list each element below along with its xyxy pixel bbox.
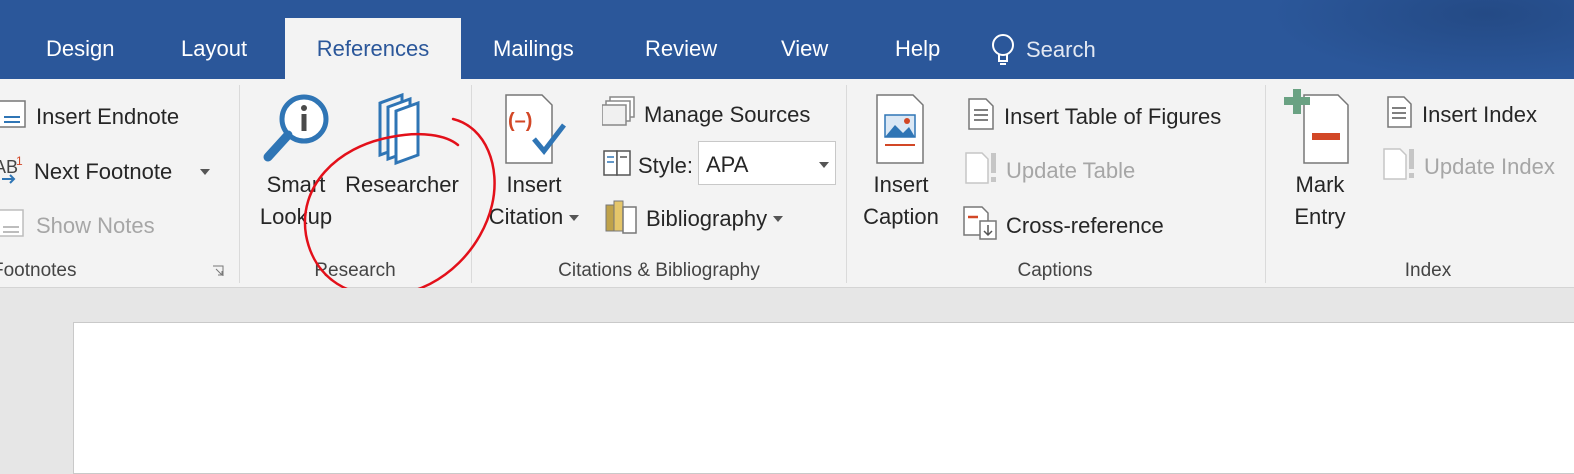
- chevron-down-icon[interactable]: [773, 216, 784, 222]
- smart-lookup-label-line2: Lookup: [259, 204, 333, 229]
- citations-group-label: Citations & Bibliography: [558, 260, 760, 281]
- bibliography-icon: [604, 197, 638, 241]
- document-page[interactable]: [73, 322, 1574, 474]
- tell-me-search[interactable]: Search: [990, 30, 1096, 70]
- insert-index-label: Insert Index: [1422, 102, 1537, 127]
- cross-reference-icon: [962, 205, 998, 247]
- show-notes-icon: [0, 207, 28, 245]
- smart-lookup-button[interactable]: Smart Lookup: [252, 89, 340, 233]
- manage-sources-icon: [601, 95, 636, 135]
- tab-layout[interactable]: Layout: [181, 36, 247, 62]
- style-control: Style:: [602, 147, 693, 185]
- tab-view[interactable]: View: [781, 36, 828, 62]
- insert-citation-button[interactable]: (–) Insert Citation: [478, 89, 590, 233]
- show-notes-label: Show Notes: [36, 213, 155, 238]
- title-bar-background-art: [1270, 0, 1574, 79]
- footnotes-group-label: Footnotes: [0, 260, 77, 281]
- insert-citation-label-line2: Citation: [488, 204, 564, 229]
- manage-sources-button[interactable]: Manage Sources: [601, 95, 811, 135]
- insert-citation-label-line1: Insert: [506, 172, 562, 197]
- style-book-icon: [602, 147, 634, 185]
- title-bar: Design Layout References Mailings Review…: [0, 0, 1574, 79]
- mark-entry-label-line2: Entry: [1294, 204, 1346, 229]
- table-of-figures-icon: [966, 97, 996, 137]
- search-label: Search: [1026, 37, 1096, 62]
- insert-endnote-label: Insert Endnote: [36, 104, 180, 129]
- style-value: APA: [706, 152, 749, 177]
- lightbulb-icon: [992, 34, 1014, 65]
- mark-entry-icon: [1284, 89, 1349, 164]
- cross-reference-button[interactable]: Cross-reference: [962, 205, 1164, 247]
- insert-caption-icon: [876, 94, 924, 164]
- mark-entry-button[interactable]: Mark Entry: [1276, 89, 1364, 233]
- tab-references[interactable]: References: [285, 18, 461, 79]
- update-table-button[interactable]: Update Table: [964, 151, 1135, 191]
- manage-sources-label: Manage Sources: [644, 102, 811, 127]
- svg-text:(–): (–): [508, 110, 532, 132]
- tab-help[interactable]: Help: [895, 36, 940, 62]
- smart-lookup-label-line1: Smart: [266, 172, 326, 197]
- next-footnote-label: Next Footnote: [34, 159, 173, 184]
- update-table-icon: [964, 151, 998, 191]
- group-separator: [1265, 85, 1266, 283]
- show-notes-button[interactable]: Show Notes: [0, 207, 155, 245]
- style-label: Style:: [638, 153, 694, 178]
- update-index-icon: [1382, 147, 1416, 187]
- ribbon: Insert Endnote AB 1 Next Footnote Show N…: [0, 79, 1574, 298]
- chevron-down-icon[interactable]: [819, 162, 829, 168]
- index-group-label: Index: [1404, 260, 1452, 281]
- insert-endnote-button[interactable]: Insert Endnote: [0, 99, 179, 135]
- researcher-icon: [378, 92, 420, 166]
- tab-mailings[interactable]: Mailings: [493, 36, 574, 62]
- insert-index-button[interactable]: Insert Index: [1386, 95, 1537, 135]
- insert-endnote-icon: [0, 99, 28, 135]
- bibliography-label: Bibliography: [646, 206, 768, 231]
- style-dropdown[interactable]: APA: [698, 141, 836, 185]
- insert-table-of-figures-button[interactable]: Insert Table of Figures: [966, 97, 1221, 137]
- insert-citation-icon: (–): [505, 94, 566, 164]
- tab-design[interactable]: Design: [46, 36, 114, 62]
- dialog-launcher-icon[interactable]: [212, 265, 224, 277]
- mark-entry-label-line1: Mark: [1295, 172, 1345, 197]
- document-area: [0, 288, 1574, 474]
- insert-index-icon: [1386, 95, 1414, 135]
- researcher-button[interactable]: Researcher: [340, 89, 464, 201]
- insert-caption-button[interactable]: Insert Caption: [855, 89, 947, 233]
- chevron-down-icon[interactable]: [569, 215, 580, 222]
- group-separator: [846, 85, 847, 283]
- research-group-label: Research: [314, 260, 396, 281]
- researcher-label: Researcher: [345, 172, 459, 197]
- group-separator: [471, 85, 472, 283]
- group-separator: [239, 85, 240, 283]
- insert-table-of-figures-label: Insert Table of Figures: [1004, 104, 1222, 129]
- update-index-label: Update Index: [1424, 154, 1555, 179]
- bibliography-button[interactable]: Bibliography: [604, 197, 784, 241]
- chevron-down-icon[interactable]: [200, 169, 211, 175]
- insert-caption-label-line2: Caption: [863, 204, 939, 229]
- next-footnote-icon: AB 1: [0, 153, 26, 191]
- insert-caption-label-line1: Insert: [873, 172, 929, 197]
- tab-review[interactable]: Review: [645, 36, 717, 62]
- svg-text:1: 1: [16, 154, 23, 168]
- cross-reference-label: Cross-reference: [1006, 213, 1164, 238]
- update-table-label: Update Table: [1006, 158, 1136, 183]
- captions-group-label: Captions: [1017, 260, 1093, 281]
- next-footnote-button[interactable]: AB 1 Next Footnote: [0, 153, 211, 191]
- smart-lookup-icon: [263, 94, 329, 162]
- update-index-button[interactable]: Update Index: [1382, 147, 1555, 187]
